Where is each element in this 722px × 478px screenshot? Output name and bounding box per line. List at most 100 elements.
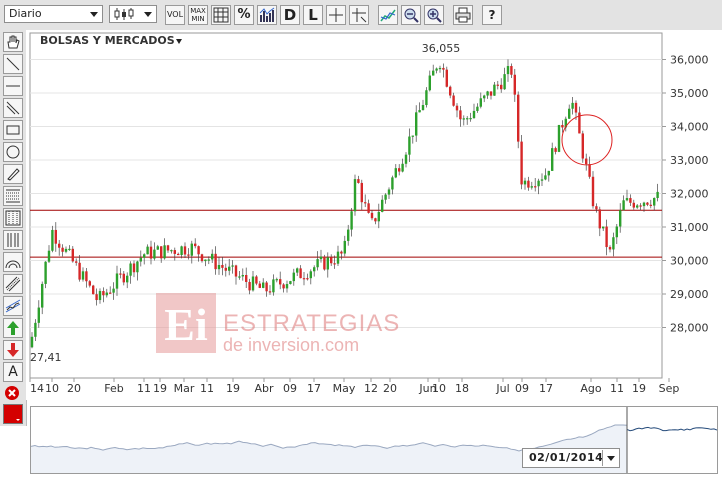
vertical-lines-tool[interactable] — [3, 230, 23, 250]
pencil-tool[interactable] — [3, 164, 23, 184]
compare-button[interactable] — [378, 5, 398, 25]
y-tick-label: 30,000 — [670, 255, 709, 268]
candle-body — [81, 271, 85, 280]
candle-body — [350, 211, 353, 230]
candle-body — [442, 67, 445, 70]
candle-body — [221, 264, 224, 268]
candle-body — [483, 95, 486, 99]
daily-button[interactable]: D — [280, 5, 300, 25]
x-tick-label: 14 — [30, 382, 44, 395]
zoom-in-icon — [427, 8, 442, 23]
candle-body — [534, 186, 537, 188]
candle-body — [588, 164, 591, 177]
candle-body — [330, 257, 333, 264]
maxmin-button[interactable]: MAX MIN — [188, 5, 208, 25]
crosshair-button[interactable] — [326, 5, 346, 25]
rectangle-tool[interactable] — [3, 120, 23, 140]
chart-type-select[interactable] — [109, 5, 157, 23]
chart-title[interactable]: BOLSAS Y MERCADOS — [40, 34, 175, 47]
candle-body — [47, 250, 51, 262]
candle-body — [85, 271, 88, 282]
print-icon — [455, 7, 471, 23]
daily-label: D — [283, 6, 297, 24]
watermark-logo-text: Ei — [164, 299, 208, 350]
candle-body — [115, 273, 119, 289]
zoom-in-button[interactable] — [424, 5, 444, 25]
trendline-icon — [6, 101, 20, 115]
candle-body — [472, 110, 476, 119]
candle-body — [323, 256, 326, 270]
candle-body — [228, 266, 231, 271]
candle-body — [68, 248, 71, 251]
price-chart[interactable]: Ei ESTRATEGIAS de inversion.com BOLSAS Y… — [26, 30, 722, 400]
y-tick-label: 33,000 — [670, 154, 709, 167]
candle-body — [418, 110, 421, 113]
volume-bars-button[interactable] — [257, 5, 277, 25]
candle-body — [602, 226, 605, 229]
regression-tool[interactable] — [3, 296, 23, 316]
min-price-label: 27,41 — [30, 351, 62, 364]
candlestick-icon — [114, 8, 134, 20]
grid-button[interactable] — [211, 5, 231, 25]
x-tick-label: Jul — [495, 382, 509, 395]
circle-tool[interactable] — [3, 142, 23, 162]
candle-body — [217, 264, 221, 270]
candle-body — [326, 257, 329, 270]
candle-body — [530, 186, 533, 188]
fibonacci-tool[interactable] — [3, 186, 23, 206]
min-label: MIN — [191, 15, 205, 23]
drawing-tools-toolbar: A — [0, 30, 27, 426]
candle-body — [333, 263, 336, 265]
candle-body — [292, 272, 295, 282]
color-picker[interactable] — [3, 404, 23, 424]
candle-body — [551, 148, 554, 171]
zoom-out-button[interactable] — [401, 5, 421, 25]
candle-body — [401, 163, 404, 172]
hand-tool[interactable] — [3, 32, 23, 52]
candle-body — [408, 136, 411, 155]
line-tool[interactable] — [3, 54, 23, 74]
parallel-channel-tool[interactable] — [3, 274, 23, 294]
fibonacci-fan-tool[interactable] — [3, 208, 23, 228]
candle-body — [452, 95, 455, 106]
navigator-selected-window[interactable] — [627, 407, 717, 473]
y-tick-label: 36,000 — [670, 54, 709, 67]
candle-body — [190, 243, 193, 256]
log-button[interactable]: L — [303, 5, 323, 25]
candle-body — [629, 198, 632, 203]
candle-body — [265, 282, 268, 292]
x-tick-label: 11 — [200, 382, 214, 395]
candle-body — [554, 148, 557, 152]
trendline-tool[interactable] — [3, 98, 23, 118]
candle-body — [119, 273, 122, 275]
print-button[interactable] — [453, 5, 473, 25]
zoom-out-icon — [404, 8, 419, 23]
candle-body — [234, 265, 238, 277]
candle-body — [391, 177, 394, 190]
candle-body — [500, 84, 503, 90]
sell-arrow-tool[interactable] — [3, 340, 23, 360]
candle-body — [170, 250, 173, 252]
percent-button[interactable]: % — [234, 5, 254, 25]
horizontal-line-tool[interactable] — [3, 76, 23, 96]
candle-body — [557, 124, 561, 152]
help-button[interactable]: ? — [482, 5, 502, 25]
arc-tool[interactable] — [3, 252, 23, 272]
delete-tool[interactable] — [3, 384, 23, 404]
x-tick-label: Feb — [104, 382, 123, 395]
hand-icon — [7, 35, 20, 49]
navigator-date-value: 02/01/2014 — [529, 451, 604, 464]
period-select[interactable]: Diario — [4, 5, 103, 23]
x-tick-label: Ago — [580, 382, 602, 395]
candle-body — [364, 202, 367, 204]
crosshair-cross-button[interactable] — [349, 5, 369, 25]
navigator-date-select[interactable]: 02/01/2014 — [522, 448, 620, 468]
candle-body — [428, 75, 431, 91]
candle-body — [153, 249, 156, 259]
x-tick-label: Abr — [254, 382, 274, 395]
volume-button[interactable]: VOL — [165, 5, 185, 25]
text-tool[interactable]: A — [3, 362, 23, 382]
y-tick-label: 34,000 — [670, 121, 709, 134]
candle-body — [425, 90, 428, 106]
buy-arrow-tool[interactable] — [3, 318, 23, 338]
